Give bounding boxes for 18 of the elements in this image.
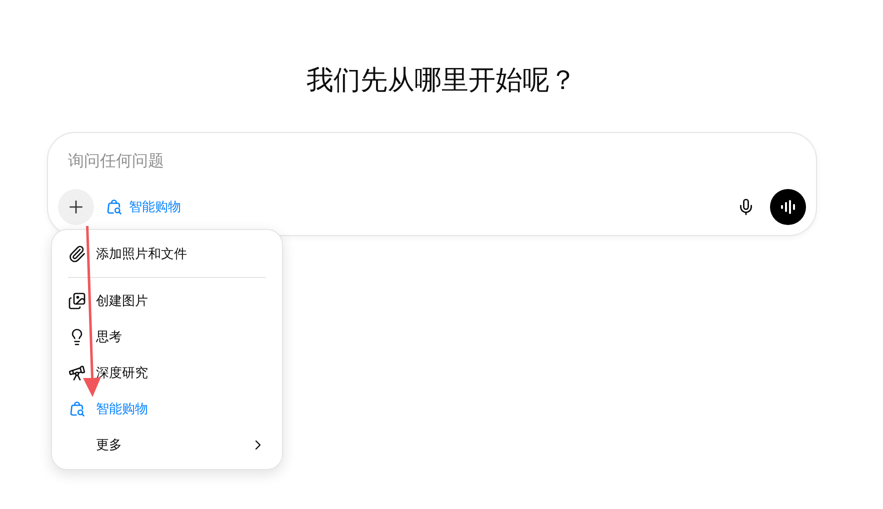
shopping-bag-search-icon	[68, 400, 86, 418]
menu-item[interactable]: 思考	[60, 319, 274, 355]
page-heading: 我们先从哪里开始呢？	[306, 64, 576, 97]
prompt-field[interactable]: 询问任何问题	[68, 149, 806, 175]
paperclip-icon	[68, 245, 86, 263]
telescope-icon	[68, 364, 86, 382]
voice-button[interactable]	[770, 189, 806, 225]
menu-item[interactable]: 更多	[60, 427, 274, 463]
menu-item[interactable]: 深度研究	[60, 355, 274, 391]
menu-item[interactable]: 添加照片和文件	[60, 236, 274, 272]
tool-chip[interactable]: 智能购物	[103, 193, 183, 221]
waveform-icon	[780, 200, 796, 214]
add-button[interactable]	[58, 189, 94, 225]
shopping-bag-search-icon	[105, 198, 123, 216]
menu-item[interactable]: 智能购物	[60, 391, 274, 427]
microphone-icon	[737, 198, 755, 216]
menu-item[interactable]: 创建图片	[60, 283, 274, 319]
images-icon	[68, 292, 86, 310]
